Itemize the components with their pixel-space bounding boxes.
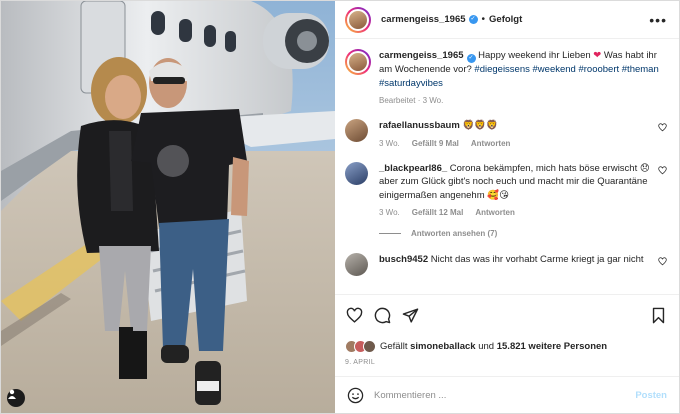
comment-input[interactable]: Kommentieren ... (374, 390, 635, 401)
user-tag-button[interactable] (7, 389, 25, 407)
comment-like-heart-icon[interactable] (658, 123, 667, 132)
comment-item: _blackpearl86_ Corona bekämpfen, mich ha… (345, 161, 667, 217)
share-icon[interactable] (402, 307, 419, 324)
comment-avatar[interactable] (345, 161, 368, 185)
comment-reply-button[interactable]: Antworten (471, 139, 511, 148)
verified-badge-icon: ✓ (468, 15, 478, 24)
add-comment-bar: Kommentieren ... Posten (335, 376, 679, 413)
comments-list: carmengeiss_1965 ✓ Happy weekend ihr Lieb… (335, 39, 679, 294)
comment-username[interactable]: _blackpearl86_ (379, 163, 447, 174)
likes-user[interactable]: simoneballack (410, 341, 475, 352)
post-header: carmengeiss_1965 ✓ • Gefolgt ••• (335, 1, 679, 39)
likes-prefix: Gefällt (380, 340, 408, 352)
comment-likes[interactable]: Gefällt 12 Mal (412, 208, 464, 217)
comment-item: rafaellanussbaum 🦁🦁🦁 3 Wo. Gefällt 9 Mal… (345, 119, 667, 148)
post-actions (335, 294, 679, 336)
caption-avatar[interactable] (345, 49, 371, 75)
comment-like-heart-icon[interactable] (658, 257, 667, 266)
comment-avatar[interactable] (345, 119, 368, 142)
user-tag-icon (8, 389, 16, 399)
comment-meta: 3 Wo. Gefällt 12 Mal Antworten (379, 208, 651, 217)
likes-count[interactable]: 15.821 weitere Personen (497, 341, 607, 352)
author-avatar[interactable] (345, 6, 371, 33)
comment-username[interactable]: rafaellanussbaum (379, 120, 460, 131)
liker-avatars (345, 339, 376, 353)
likes-summary: Gefällt simoneballack und 15.821 weitere… (335, 336, 679, 356)
caption: carmengeiss_1965 ✓ Happy weekend ihr Lieb… (345, 49, 667, 105)
comment-age: 3 Wo. (379, 138, 400, 148)
caption-edited: Bearbeitet · 3 Wo. (379, 96, 444, 105)
caption-text: carmengeiss_1965 ✓ Happy weekend ihr Lieb… (379, 49, 667, 90)
comment-like-heart-icon[interactable] (658, 165, 667, 175)
comment-item: busch9452 Nicht das was ihr vorhabt Carm… (345, 253, 667, 276)
comment-icon[interactable] (374, 307, 391, 324)
bookmark-icon[interactable] (650, 307, 667, 324)
caption-username[interactable]: carmengeiss_1965 (379, 50, 464, 61)
view-replies-label: Antworten ansehen (7) (411, 229, 498, 238)
comment-age: 3 Wo. (379, 208, 400, 217)
comment-reply-button[interactable]: Antworten (475, 208, 515, 217)
replies-line (379, 233, 401, 234)
comment-username[interactable]: busch9452 (379, 254, 428, 265)
comment-text: 🦁🦁🦁 (462, 120, 498, 131)
heart-emoji: ❤ (593, 50, 602, 61)
comment-likes[interactable]: Gefällt 9 Mal (412, 139, 459, 148)
view-replies-button[interactable]: Antworten ansehen (7) (379, 229, 667, 238)
emoji-icon[interactable] (347, 387, 364, 404)
post-date: 9. APRIL (345, 359, 376, 366)
more-options-icon[interactable]: ••• (649, 12, 667, 28)
post-detail-panel: carmengeiss_1965 ✓ • Gefolgt ••• carmeng… (335, 1, 679, 413)
author-username[interactable]: carmengeiss_1965 (381, 14, 466, 25)
post-photo[interactable] (1, 1, 335, 413)
instagram-post-modal: carmengeiss_1965 ✓ • Gefolgt ••• carmeng… (0, 0, 680, 414)
post-comment-button[interactable]: Posten (635, 390, 667, 401)
heart-icon[interactable] (346, 307, 363, 324)
comment-avatar[interactable] (345, 253, 368, 276)
comment-text: Nicht das was ihr vorhabt Carme kriegt j… (430, 254, 644, 265)
likes-middle: und (478, 340, 495, 352)
caption-body: Happy weekend ihr Lieben (478, 50, 591, 61)
verified-badge-icon: ✓ (466, 54, 476, 63)
comment-meta: 3 Wo. Gefällt 9 Mal Antworten (379, 139, 651, 148)
separator-dot: • (481, 14, 486, 25)
post-photo-art (1, 1, 335, 413)
caption-meta: Bearbeitet · 3 Wo. (379, 96, 667, 105)
follow-status-button[interactable]: Gefolgt (489, 14, 522, 25)
